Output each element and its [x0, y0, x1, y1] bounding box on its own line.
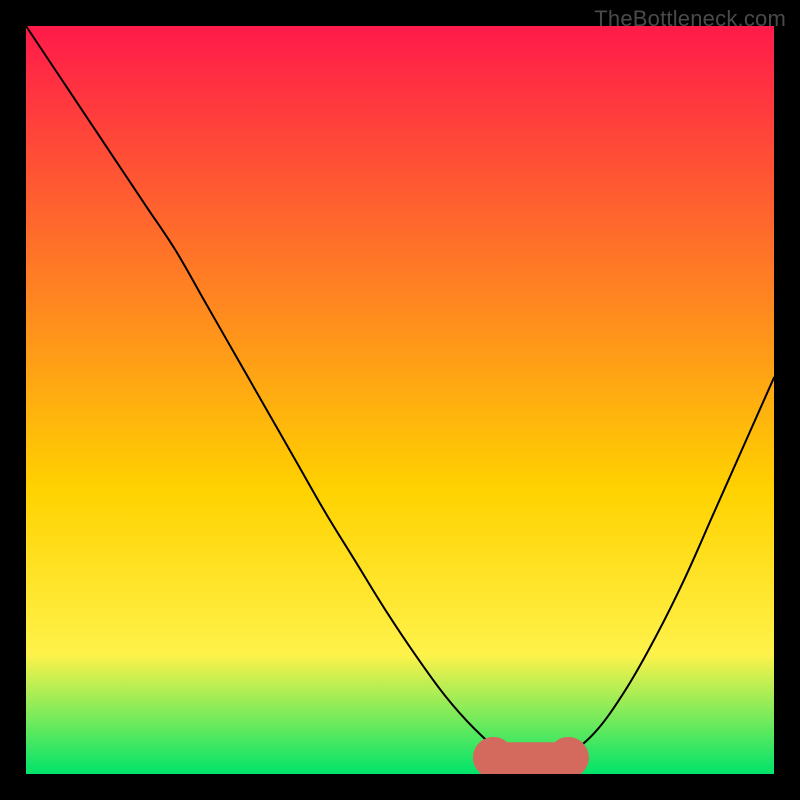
- heat-gradient-background: [26, 26, 774, 774]
- watermark-text: TheBottleneck.com: [594, 6, 786, 32]
- plot-svg: [26, 26, 774, 774]
- chart-frame: TheBottleneck.com: [0, 0, 800, 800]
- bottleneck-plot: [26, 26, 774, 774]
- optimal-range-marker: [494, 758, 569, 763]
